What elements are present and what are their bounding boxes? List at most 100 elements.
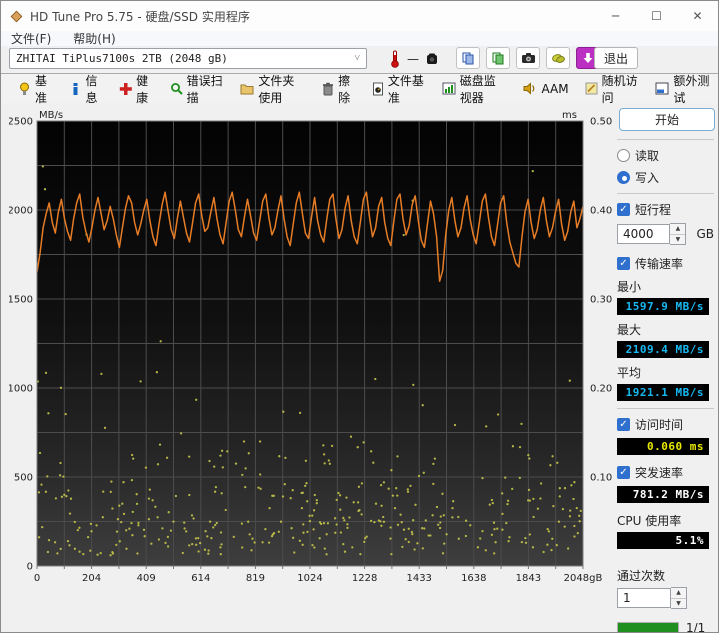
sidebar-panel: 开始 读取 写入 短行程 4000 ▲ ▼ GB 传输速率 最小 15 (613, 104, 716, 633)
screenshot-button[interactable] (516, 47, 540, 69)
burst-rate-option[interactable]: 突发速率 (617, 464, 714, 481)
x-axis-tick-label: 1433 (406, 573, 431, 584)
right-axis-unit-label: ms (562, 110, 577, 121)
tab-file-benchmark[interactable]: 文件基准 (365, 68, 433, 110)
write-radio-label: 写入 (635, 171, 660, 185)
avg-value: 1921.1 MB/s (617, 384, 709, 401)
stepper-up-button[interactable]: ▲ (671, 588, 686, 598)
progress-bar (617, 621, 679, 632)
right-axis-tick-label: 0.30 (590, 295, 612, 306)
capacity-unit-label: GB (696, 227, 714, 241)
tab-label: 随机访问 (601, 73, 638, 105)
progress-fill (618, 622, 678, 632)
tab-label: 文件夹使用 (258, 73, 295, 105)
right-axis-tick-label: 0.40 (590, 206, 612, 217)
access-time-option[interactable]: 访问时间 (617, 416, 714, 433)
burst-rate-checkbox[interactable] (617, 466, 630, 479)
drive-selector[interactable]: ZHITAI TiPlus7100s 2TB (2048 gB) ˅ (9, 48, 367, 69)
tab-benchmark[interactable]: 基准 (11, 68, 60, 110)
copy-image-button[interactable] (486, 47, 510, 69)
right-axis-tick-label: 0.10 (590, 473, 612, 484)
read-radio[interactable] (617, 149, 630, 162)
x-axis-tick-label: 2048gB (564, 573, 603, 584)
x-axis-tick-label: 1228 (352, 573, 377, 584)
info-icon (69, 82, 82, 96)
tab-error-scan[interactable]: 错误扫描 (163, 68, 232, 110)
tab-erase[interactable]: 擦除 (315, 68, 363, 110)
menu-file[interactable]: 文件(F) (11, 30, 51, 47)
tab-label: 健康 (136, 73, 149, 105)
grid-lines (37, 121, 583, 566)
start-button[interactable]: 开始 (619, 108, 715, 131)
tab-folder-usage[interactable]: 文件夹使用 (233, 68, 313, 110)
left-axis-tick-label: 2000 (9, 206, 33, 217)
close-button[interactable]: ✕ (677, 1, 718, 31)
copy-image-icon (492, 52, 504, 65)
capacity-input[interactable]: 4000 (617, 224, 671, 244)
folder-icon (240, 82, 254, 95)
left-axis-tick-label: 2500 (9, 117, 33, 128)
download-arrow-icon (583, 53, 593, 63)
x-axis-tick-label: 0 (34, 573, 40, 584)
x-axis-tick-label: 204 (82, 573, 101, 584)
max-label: 最大 (617, 323, 642, 337)
transfer-rate-label: 传输速率 (635, 257, 684, 271)
tab-label: AAM (541, 81, 569, 96)
minimize-button[interactable]: ─ (595, 1, 636, 31)
read-radio-label: 读取 (635, 149, 660, 163)
menu-help[interactable]: 帮助(H) (73, 30, 115, 47)
short-stroke-checkbox[interactable] (617, 203, 630, 216)
benchmark-chart: MB/s ms 2500 2000 1500 1000 500 0 0.50 0.40 0.30 0.… (9, 110, 612, 584)
cpu-usage-label: CPU 使用率 (617, 514, 682, 528)
scan-icon (170, 82, 183, 96)
left-axis-tick-label: 1000 (9, 384, 33, 395)
access-time-value: 0.060 ms (617, 438, 709, 455)
x-axis-tick-label: 614 (191, 573, 210, 584)
chevron-down-icon: ˅ (354, 53, 360, 64)
short-stroke-option[interactable]: 短行程 (617, 201, 714, 218)
transfer-rate-checkbox[interactable] (617, 257, 630, 270)
exit-button[interactable]: 退出 (594, 47, 638, 69)
tab-aam[interactable]: AAM (516, 78, 575, 100)
stepper-down-button[interactable]: ▼ (671, 598, 686, 608)
save-button[interactable] (546, 47, 570, 69)
divider (617, 193, 714, 194)
tab-health[interactable]: 健康 (112, 68, 161, 110)
stepper-down-button[interactable]: ▼ (670, 234, 686, 244)
hdtune-window: HD Tune Pro 5.75 - 硬盘/SSD 实用程序 ─ ☐ ✕ 文件(… (0, 0, 719, 633)
left-axis-tick-label: 500 (14, 473, 33, 484)
progress-label: 1/1 (686, 621, 706, 633)
trash-icon (322, 82, 334, 96)
window-title: HD Tune Pro 5.75 - 硬盘/SSD 实用程序 (30, 9, 250, 24)
access-time-checkbox[interactable] (617, 418, 630, 431)
menu-bar: 文件(F) 帮助(H) (1, 31, 718, 47)
filebench-icon (372, 82, 384, 96)
tab-info[interactable]: 信息 (62, 68, 111, 110)
left-axis-tick-label: 0 (27, 562, 33, 573)
title-bar: HD Tune Pro 5.75 - 硬盘/SSD 实用程序 ─ ☐ ✕ (1, 1, 718, 31)
maximize-button[interactable]: ☐ (636, 1, 677, 31)
x-axis-tick-label: 1843 (516, 573, 541, 584)
x-axis-tick-label: 409 (137, 573, 156, 584)
x-axis-tick-label: 1024 (297, 573, 322, 584)
speaker-icon (523, 82, 537, 95)
right-axis-tick-label: 0.50 (590, 117, 612, 128)
copy-text-button[interactable] (456, 47, 480, 69)
read-mode-option[interactable]: 读取 (617, 147, 714, 164)
bulb-icon (18, 82, 31, 96)
tab-label: 信息 (85, 73, 98, 105)
write-mode-option[interactable]: 写入 (617, 169, 714, 186)
pass-count-input[interactable]: 1 (617, 588, 671, 608)
tab-disk-monitor[interactable]: 磁盘监视器 (435, 68, 515, 110)
drive-selector-value: ZHITAI TiPlus7100s 2TB (2048 gB) (16, 52, 228, 65)
stepper-up-button[interactable]: ▲ (670, 224, 686, 234)
temperature-value: — (407, 51, 419, 66)
write-radio[interactable] (617, 171, 630, 184)
transfer-rate-option[interactable]: 传输速率 (617, 255, 714, 272)
copy-icon (462, 52, 474, 65)
pass-count-label: 通过次数 (617, 569, 666, 583)
min-label: 最小 (617, 280, 642, 294)
max-value: 2109.4 MB/s (617, 341, 709, 358)
cpu-usage-value: 5.1% (617, 532, 709, 549)
tab-label: 额外测试 (673, 73, 710, 105)
